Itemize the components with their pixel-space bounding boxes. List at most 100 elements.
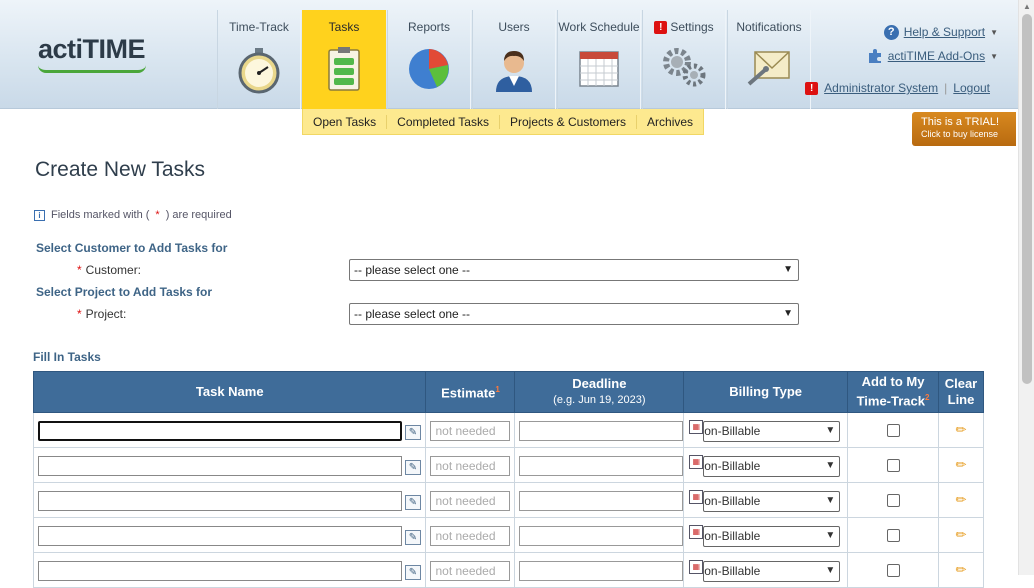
nav-tab-notifications[interactable]: Notifications <box>727 10 811 109</box>
estimate-cell: not needed <box>425 552 516 588</box>
estimate-input[interactable]: not needed <box>430 526 511 546</box>
col-task-name: Task Name <box>32 371 427 413</box>
nav-tab-time-track[interactable]: Time-Track <box>217 10 301 109</box>
info-icon: i <box>34 209 45 221</box>
billing-select[interactable]: on-Billable ▼ <box>703 456 841 477</box>
nav-tab-reports[interactable]: Reports <box>387 10 471 109</box>
deadline-input[interactable] <box>519 491 684 511</box>
subnav-archives[interactable]: Archives <box>637 115 703 129</box>
estimate-input[interactable]: not needed <box>430 456 511 476</box>
estimate-cell: not needed <box>425 412 516 448</box>
eraser-icon[interactable]: ✏ <box>956 527 967 543</box>
deadline-cell <box>514 447 685 483</box>
settings-label: Settings <box>670 20 714 34</box>
addons-link[interactable]: actiTIME Add-Ons <box>888 49 985 63</box>
project-label: * Project: <box>77 307 126 321</box>
add-header-line2: Time-Track2 <box>848 390 938 409</box>
subnav-open-tasks[interactable]: Open Tasks <box>303 114 388 129</box>
billing-select[interactable]: on-Billable ▼ <box>703 421 841 442</box>
calendar-icon[interactable]: ▦ <box>689 560 704 574</box>
project-select[interactable]: -- please select one -- ▼ <box>349 303 799 325</box>
add-to-time-track-checkbox[interactable] <box>887 564 901 577</box>
scrollbar-thumb[interactable] <box>1022 14 1032 384</box>
table-row: ✎ not needed ▦ on-Billable ▼ ✏ <box>32 447 985 483</box>
help-row[interactable]: ? Help & Support ▼ <box>867 20 998 44</box>
add-header-line1: Add to My <box>861 374 925 390</box>
trial-badge[interactable]: This is a TRIAL! Click to buy license <box>912 112 1016 146</box>
deadline-input[interactable] <box>519 526 684 546</box>
add-to-time-track-checkbox[interactable] <box>887 424 901 437</box>
task-name-cell: ✎ <box>32 552 427 588</box>
billing-value: on-Billable <box>704 494 761 508</box>
customer-select[interactable]: -- please select one -- ▼ <box>349 259 799 281</box>
envelope-icon <box>747 51 790 86</box>
nav-label: Notifications <box>736 20 802 34</box>
task-name-input[interactable] <box>38 421 402 441</box>
note-edit-icon[interactable]: ✎ <box>405 565 421 580</box>
eraser-icon[interactable]: ✏ <box>956 562 967 578</box>
addons-row[interactable]: actiTIME Add-Ons ▼ <box>867 44 998 68</box>
task-name-input[interactable] <box>38 491 402 511</box>
calendar-icon[interactable]: ▦ <box>689 490 704 504</box>
eraser-icon[interactable]: ✏ <box>956 492 967 508</box>
required-star: * <box>77 263 82 277</box>
help-support-link[interactable]: Help & Support <box>904 25 985 39</box>
calendar-icon[interactable]: ▦ <box>689 420 704 434</box>
task-name-cell: ✎ <box>32 517 427 553</box>
billing-select[interactable]: on-Billable ▼ <box>703 561 841 582</box>
nav-tab-tasks[interactable]: Tasks <box>302 10 386 111</box>
calendar-icon <box>579 51 619 87</box>
note-edit-icon[interactable]: ✎ <box>405 495 421 510</box>
clear-cell: ✏ <box>937 517 985 553</box>
add-cell <box>847 482 939 518</box>
eraser-icon[interactable]: ✏ <box>956 457 967 473</box>
tasks-table: Task Name Estimate1 Deadline (e.g. Jun 19… <box>32 371 985 588</box>
subnav-projects-customers[interactable]: Projects & Customers <box>500 114 638 129</box>
deadline-input[interactable] <box>519 421 684 441</box>
estimate-input[interactable]: not needed <box>430 561 511 581</box>
required-star: * <box>155 209 160 221</box>
col-deadline: Deadline (e.g. Jun 19, 2023) <box>514 371 685 413</box>
add-to-time-track-checkbox[interactable] <box>887 529 901 542</box>
task-name-input[interactable] <box>38 456 402 476</box>
subnav-completed-tasks[interactable]: Completed Tasks <box>387 114 500 129</box>
scroll-up-icon[interactable]: ▲ <box>1023 2 1031 11</box>
note-edit-icon[interactable]: ✎ <box>405 530 421 545</box>
task-name-input[interactable] <box>38 526 402 546</box>
note-edit-icon[interactable]: ✎ <box>405 425 421 440</box>
admin-link[interactable]: Administrator System <box>824 81 938 95</box>
chevron-down-icon: ▼ <box>825 530 836 541</box>
user-icon <box>496 51 532 92</box>
calendar-icon[interactable]: ▦ <box>689 455 704 469</box>
nav-tab-work-schedule[interactable]: Work Schedule <box>557 10 641 109</box>
task-name-cell: ✎ <box>32 482 427 518</box>
estimate-cell: not needed <box>425 517 516 553</box>
billing-cell: ▦ on-Billable ▼ <box>683 482 849 518</box>
user-row: ! Administrator System | Logout <box>805 81 990 95</box>
note-edit-icon[interactable]: ✎ <box>405 460 421 475</box>
billing-select[interactable]: on-Billable ▼ <box>703 526 841 547</box>
eraser-icon[interactable]: ✏ <box>956 422 967 438</box>
customer-label: * Customer: <box>77 263 141 277</box>
project-section-label: Select Project to Add Tasks for <box>36 285 213 299</box>
calendar-icon[interactable]: ▦ <box>689 525 704 539</box>
task-name-input[interactable] <box>38 561 402 581</box>
trial-line1: This is a TRIAL! <box>921 116 1000 128</box>
nav-tab-settings[interactable]: ! Settings <box>642 10 726 109</box>
nav-tab-users[interactable]: Users <box>472 10 556 109</box>
add-to-time-track-checkbox[interactable] <box>887 494 901 507</box>
clear-cell: ✏ <box>937 482 985 518</box>
required-star: * <box>77 307 82 321</box>
nav-label: Work Schedule <box>558 20 640 34</box>
billing-select[interactable]: on-Billable ▼ <box>703 491 841 512</box>
actitime-logo[interactable]: actiTIME <box>38 36 146 73</box>
deadline-input[interactable] <box>519 561 684 581</box>
estimate-input[interactable]: not needed <box>430 421 511 441</box>
add-to-time-track-checkbox[interactable] <box>887 459 901 472</box>
estimate-input[interactable]: not needed <box>430 491 511 511</box>
col-estimate: Estimate1 <box>425 371 516 413</box>
deadline-input[interactable] <box>519 456 684 476</box>
vertical-scrollbar[interactable]: ▲ <box>1018 0 1034 575</box>
table-row: ✎ not needed ▦ on-Billable ▼ ✏ <box>32 412 985 448</box>
logout-link[interactable]: Logout <box>953 81 990 95</box>
